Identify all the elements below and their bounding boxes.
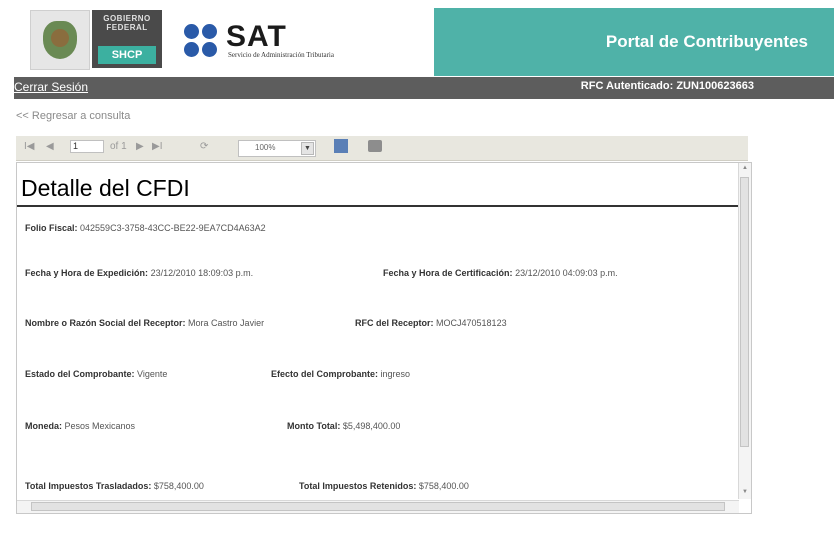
impuestos-retenidos: Total Impuestos Retenidos: $758,400.00 [299,481,469,491]
estado-value: Vigente [137,369,168,379]
rfc-receptor-value: MOCJ470518123 [436,318,507,328]
impuestos-trasladados: Total Impuestos Trasladados: $758,400.00 [25,481,204,491]
scroll-down-icon[interactable]: ▼ [741,489,749,497]
report-toolbar: I◀ ◀ 1 of 1 ▶ ▶I ⟳ 100% ▼ [16,136,748,161]
moneda-label: Moneda: [25,421,62,431]
zoom-value: 100% [255,143,276,152]
portal-title: Portal de Contribuyentes [605,32,808,51]
logout-link[interactable]: Cerrar Sesión [14,80,88,94]
monto-total: Monto Total: $5,498,400.00 [287,421,400,431]
moneda: Moneda: Pesos Mexicanos [25,421,135,431]
gobierno-federal-logo: GOBIERNO FEDERAL SHCP [92,10,162,68]
fecha-certificacion-value: 23/12/2010 04:09:03 p.m. [515,268,618,278]
traslados-label: Total Impuestos Trasladados: [25,481,152,491]
retenidos-value: $758,400.00 [418,481,469,491]
monto-value: $5,498,400.00 [342,421,401,431]
rfc-receptor-label: RFC del Receptor: [355,318,434,328]
zoom-select[interactable]: 100% ▼ [238,140,316,157]
site-header: GOBIERNO FEDERAL SHCP SAT Servicio de Ad… [14,4,834,76]
fecha-expedicion: Fecha y Hora de Expedición: 23/12/2010 1… [25,268,253,278]
mexico-coat-of-arms-logo [30,10,90,70]
traslados-value: $758,400.00 [153,481,204,491]
page-of-label: of 1 [110,141,127,152]
vertical-scroll-thumb[interactable] [740,177,749,447]
sat-subtitle: Servicio de Administración Tributaria [228,51,334,59]
chevron-down-icon[interactable]: ▼ [301,142,314,155]
report-title: Detalle del CFDI [21,175,190,201]
refresh-icon[interactable]: ⟳ [200,141,208,152]
efecto-comprobante: Efecto del Comprobante: ingreso [271,369,410,379]
eagle-emblem-icon [43,21,77,59]
moneda-value: Pesos Mexicanos [64,421,136,431]
shcp-badge: SHCP [98,46,156,64]
scroll-up-icon[interactable]: ▲ [741,165,749,173]
fecha-expedicion-value: 23/12/2010 18:09:03 p.m. [150,268,254,278]
print-icon[interactable] [368,140,382,152]
first-page-icon[interactable]: I◀ [24,141,34,152]
auth-bar: Cerrar Sesión RFC Autenticado: ZUN100623… [14,77,834,99]
report-frame: Detalle del CFDI Folio Fiscal: 042559C3-… [16,162,752,514]
fecha-certificacion-label: Fecha y Hora de Certificación: [383,268,513,278]
sat-dots-icon [184,24,220,60]
nombre-receptor-value: Mora Castro Javier [188,318,265,328]
monto-label: Monto Total: [287,421,341,431]
nombre-receptor: Nombre o Razón Social del Receptor: Mora… [25,318,264,328]
sat-wordmark: SAT [226,20,287,53]
estado-label: Estado del Comprobante: [25,369,135,379]
fecha-expedicion-label: Fecha y Hora de Expedición: [25,268,149,278]
rfc-authenticated: RFC Autenticado: ZUN100623663 [580,80,754,92]
folio-fiscal: Folio Fiscal: 042559C3-3758-43CC-BE22-9E… [25,223,266,233]
folio-value: 042559C3-3758-43CC-BE22-9EA7CD4A63A2 [80,223,266,233]
vertical-scrollbar[interactable]: ▲ ▼ [738,163,751,499]
horizontal-scrollbar[interactable] [17,500,739,513]
back-to-query-link[interactable]: << Regresar a consulta [16,110,130,122]
title-divider [17,205,739,207]
next-page-icon[interactable]: ▶ [136,141,144,152]
estado-comprobante: Estado del Comprobante: Vigente [25,369,167,379]
rfc-receptor: RFC del Receptor: MOCJ470518123 [355,318,507,328]
horizontal-scroll-thumb[interactable] [31,502,725,511]
last-page-icon[interactable]: ▶I [152,141,162,152]
efecto-label: Efecto del Comprobante: [271,369,379,379]
prev-page-icon[interactable]: ◀ [46,141,54,152]
retenidos-label: Total Impuestos Retenidos: [299,481,417,491]
page-number-input[interactable]: 1 [70,140,104,153]
gov-text: GOBIERNO FEDERAL [103,14,151,32]
portal-banner: Portal de Contribuyentes [434,8,834,76]
folio-label: Folio Fiscal: [25,223,78,233]
fecha-certificacion: Fecha y Hora de Certificación: 23/12/201… [383,268,618,278]
sat-logo: SAT Servicio de Administración Tributari… [180,20,430,64]
save-icon[interactable] [334,139,348,153]
nombre-receptor-label: Nombre o Razón Social del Receptor: [25,318,186,328]
efecto-value: ingreso [380,369,411,379]
